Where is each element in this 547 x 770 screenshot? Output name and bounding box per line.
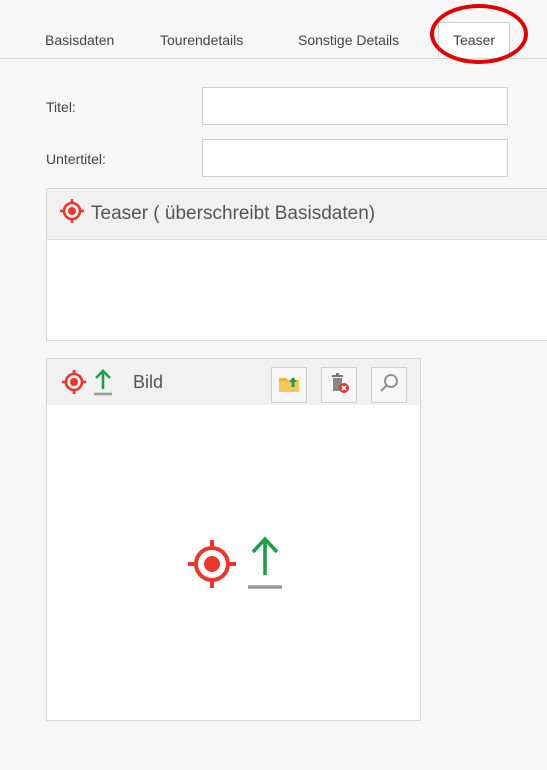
target-icon[interactable] — [59, 198, 91, 230]
delete-image-button[interactable] — [321, 367, 357, 403]
image-drop-area[interactable] — [47, 405, 420, 720]
subtitle-input[interactable] — [202, 139, 508, 177]
teaser-panel-title: Teaser ( überschreibt Basisdaten) — [91, 203, 376, 224]
title-input[interactable] — [202, 87, 508, 125]
target-icon[interactable] — [61, 369, 87, 400]
target-icon[interactable] — [187, 539, 237, 594]
teaser-panel: Teaser ( überschreibt Basisdaten) — [46, 188, 547, 341]
subtitle-label: Untertitel: — [46, 151, 106, 167]
title-label: Titel: — [46, 99, 76, 115]
teaser-panel-header: Teaser ( überschreibt Basisdaten) — [47, 189, 547, 240]
image-panel-header: Bild — [47, 359, 420, 405]
upload-folder-button[interactable] — [271, 367, 307, 403]
trash-delete-icon — [328, 372, 350, 399]
highlight-circle-annotation — [430, 4, 528, 64]
image-panel-title: Bild — [133, 372, 164, 392]
teaser-editor-area[interactable] — [47, 240, 547, 340]
tab-basisdaten[interactable]: Basisdaten — [45, 32, 114, 48]
image-panel: Bild — [46, 358, 421, 721]
tab-sonstige-details[interactable]: Sonstige Details — [298, 32, 399, 48]
upload-arrow-icon[interactable] — [91, 367, 115, 402]
zoom-image-button[interactable] — [371, 367, 407, 403]
tab-tourendetails[interactable]: Tourendetails — [160, 32, 243, 48]
upload-arrow-icon[interactable] — [245, 535, 285, 596]
folder-upload-icon — [278, 373, 300, 398]
magnifier-icon — [378, 372, 400, 399]
